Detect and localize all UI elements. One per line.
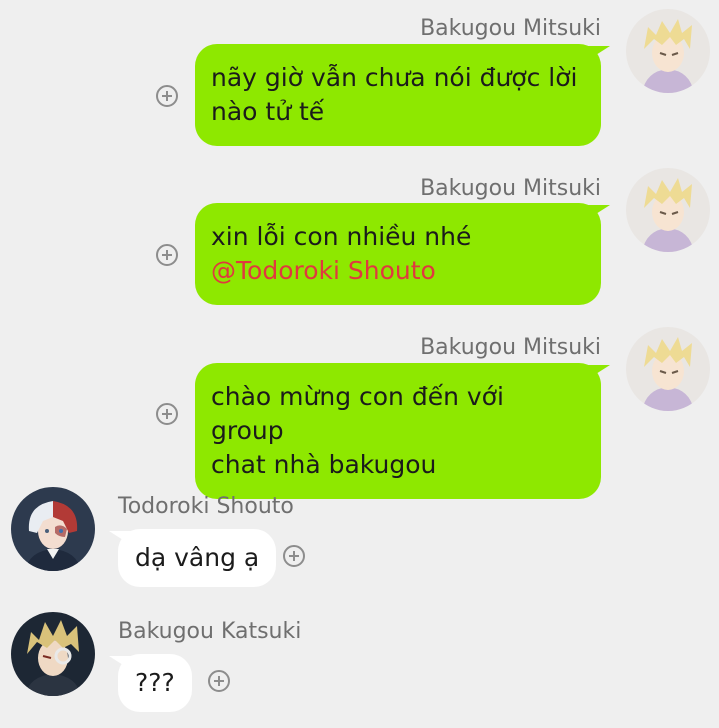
- mitsuki-avatar[interactable]: [626, 168, 710, 252]
- message-line: nãy giờ vẫn chưa nói được lời: [211, 63, 578, 92]
- message-bubble[interactable]: dạ vâng ạ: [108, 529, 277, 587]
- message-line: ???: [135, 668, 175, 697]
- sender-name: Bakugou Mitsuki: [420, 16, 601, 41]
- message-line: xin lỗi con nhiều nhé: [211, 222, 472, 251]
- sender-name: Bakugou Katsuki: [118, 619, 302, 644]
- message-bubble[interactable]: nãy giờ vẫn chưa nói được lời nào tử tế: [195, 44, 610, 146]
- sender-name: Bakugou Mitsuki: [420, 176, 601, 201]
- message-line: nào tử tế: [211, 97, 325, 126]
- katsuki-avatar[interactable]: [11, 612, 95, 696]
- mitsuki-avatar[interactable]: [626, 327, 710, 411]
- user-mention-link[interactable]: @Todoroki Shouto: [211, 254, 583, 288]
- add-reaction-plus-icon[interactable]: [156, 85, 178, 107]
- add-reaction-plus-icon[interactable]: [156, 403, 178, 425]
- todoroki-avatar[interactable]: [11, 487, 95, 571]
- add-reaction-plus-icon[interactable]: [283, 545, 305, 567]
- message-line: chat nhà bakugou: [211, 450, 437, 479]
- message-line: chào mừng con đến với group: [211, 382, 504, 445]
- message-bubble[interactable]: chào mừng con đến với group chat nhà bak…: [195, 363, 610, 499]
- message-bubble[interactable]: xin lỗi con nhiều nhé @Todoroki Shouto: [195, 203, 610, 305]
- sender-name: Bakugou Mitsuki: [420, 335, 601, 360]
- mitsuki-avatar[interactable]: [626, 9, 710, 93]
- sender-name: Todoroki Shouto: [118, 494, 294, 519]
- message-line: dạ vâng ạ: [135, 543, 260, 572]
- add-reaction-plus-icon[interactable]: [156, 244, 178, 266]
- add-reaction-plus-icon[interactable]: [208, 670, 230, 692]
- message-bubble[interactable]: ???: [109, 654, 192, 712]
